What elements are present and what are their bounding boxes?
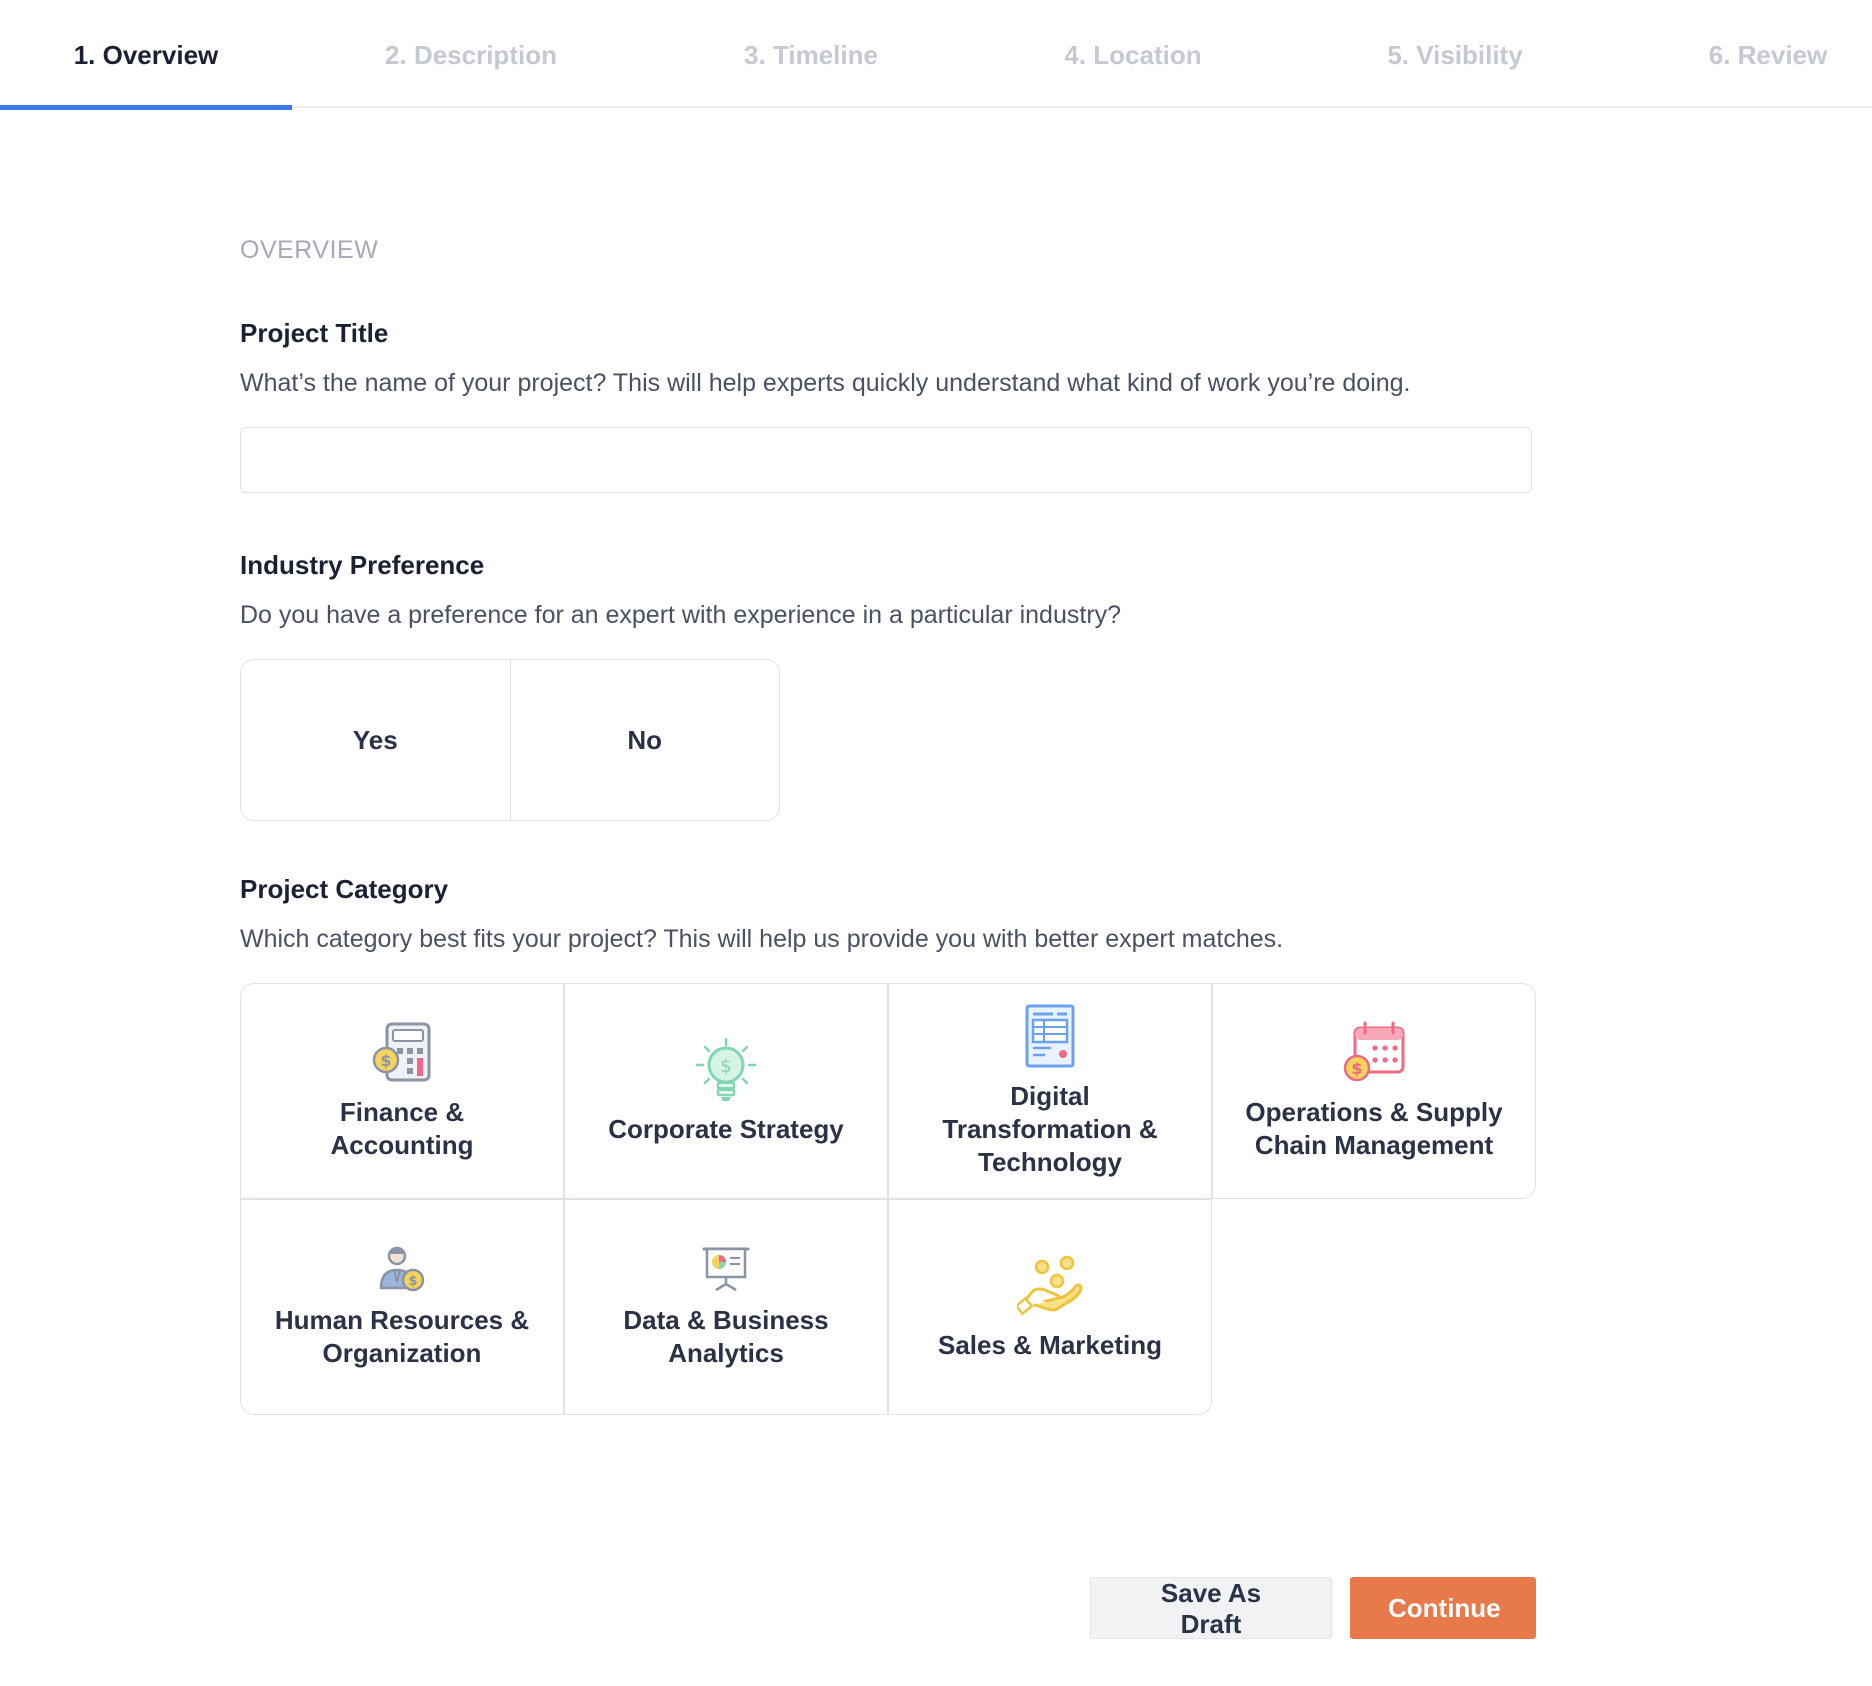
industry-no-option[interactable]: No xyxy=(509,660,780,820)
category-human-resources[interactable]: $ Human Resources & Organization xyxy=(240,1199,564,1415)
category-sales-marketing[interactable]: Sales & Marketing xyxy=(888,1199,1212,1415)
category-operations-supply-chain[interactable]: $ Operations & Supply Chain Management xyxy=(1212,983,1536,1199)
category-label: Digital Transformation & Technology xyxy=(942,1080,1158,1177)
tab-label: 5. Visibility xyxy=(1387,39,1523,70)
tab-label: 3. Timeline xyxy=(744,39,878,70)
calculator-icon: $ xyxy=(372,1022,431,1082)
presentation-board-icon xyxy=(702,1247,750,1292)
svg-text:$: $ xyxy=(380,1051,391,1070)
project-title-help: What’s the name of your project? This wi… xyxy=(240,369,1411,397)
tab-review[interactable]: 6. Review xyxy=(1616,0,1872,110)
category-corporate-strategy[interactable]: $ Corporate Strategy xyxy=(564,983,888,1199)
category-label: Corporate Strategy xyxy=(608,1113,844,1144)
industry-preference-label: Industry Preference xyxy=(240,550,485,580)
save-as-draft-button[interactable]: Save As Draft xyxy=(1090,1577,1332,1639)
tab-location[interactable]: 4. Location xyxy=(972,0,1294,110)
category-finance-accounting[interactable]: $ Finance & Accounting xyxy=(240,983,564,1199)
category-label: Data & Business Analytics xyxy=(623,1305,829,1368)
lightbulb-icon: $ xyxy=(695,1037,757,1101)
document-icon xyxy=(1025,1004,1075,1067)
industry-yes-option[interactable]: Yes xyxy=(241,660,510,820)
hand-coins-icon xyxy=(1017,1255,1083,1315)
category-label: Operations & Supply Chain Management xyxy=(1245,1097,1503,1160)
industry-preference-help: Do you have a preference for an expert w… xyxy=(240,601,1122,629)
svg-text:$: $ xyxy=(720,1056,731,1077)
svg-text:$: $ xyxy=(1351,1059,1362,1078)
category-data-business-analytics[interactable]: Data & Business Analytics xyxy=(564,1199,888,1415)
project-title-label: Project Title xyxy=(240,318,389,348)
category-label: Human Resources & Organization xyxy=(274,1305,530,1368)
continue-button[interactable]: Continue xyxy=(1350,1577,1536,1639)
tab-visibility[interactable]: 5. Visibility xyxy=(1294,0,1616,110)
project-title-input[interactable] xyxy=(240,427,1532,493)
calendar-icon: $ xyxy=(1343,1021,1405,1082)
category-digital-transformation[interactable]: Digital Transformation & Technology xyxy=(888,983,1212,1199)
tab-label: 4. Location xyxy=(1064,39,1202,70)
tab-label: 2. Description xyxy=(385,39,557,70)
person-money-icon: $ xyxy=(379,1246,425,1292)
tab-description[interactable]: 2. Description xyxy=(292,0,650,110)
category-grid: $ Finance & Accounting $ Corporate Strat… xyxy=(240,983,1536,1415)
tab-timeline[interactable]: 3. Timeline xyxy=(650,0,972,110)
project-category-help: Which category best fits your project? T… xyxy=(240,925,1284,953)
tab-label: 6. Review xyxy=(1708,39,1828,70)
active-tab-indicator xyxy=(0,105,292,110)
tab-overview[interactable]: 1. Overview xyxy=(0,0,292,110)
section-title: OVERVIEW xyxy=(240,236,379,264)
form-actions: Save As Draft Continue xyxy=(1090,1577,1536,1639)
industry-preference-toggle: Yes No xyxy=(240,659,780,821)
category-label: Sales & Marketing xyxy=(938,1329,1162,1360)
svg-text:$: $ xyxy=(408,1274,417,1289)
category-label: Finance & Accounting xyxy=(330,1097,474,1160)
project-category-label: Project Category xyxy=(240,874,449,904)
tab-label: 1. Overview xyxy=(73,39,219,70)
stepper-tabs: 1. Overview 2. Description 3. Timeline 4… xyxy=(0,0,1872,110)
